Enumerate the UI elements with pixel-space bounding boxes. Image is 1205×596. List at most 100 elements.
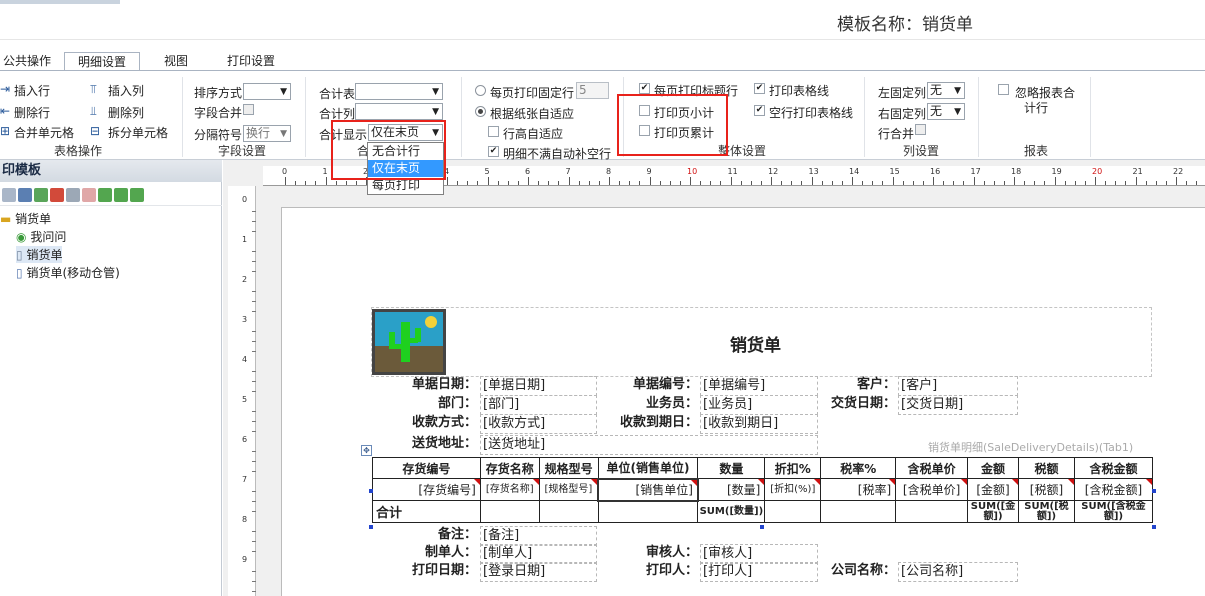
creator-label[interactable]: 制单人： [373,544,477,562]
tree-item-sales-mobile[interactable]: ▯ 销货单(移动仓管) [16,264,120,281]
report-title[interactable]: 销货单 [730,331,781,356]
delete-row-button[interactable]: 删除行 [14,104,50,121]
total-cell[interactable]: SUM([金额]) [967,500,1019,523]
total-cell[interactable] [538,500,599,523]
separator-select[interactable]: 换行 ▼ [243,125,291,142]
salesman-field[interactable]: [业务员] [700,395,818,415]
selection-handle[interactable] [369,489,373,493]
total-cell[interactable]: 合计 [372,500,481,523]
save-icon[interactable] [18,188,32,202]
split-cells-button[interactable]: 拆分单元格 [108,124,168,141]
payment-due-label[interactable]: 收款到期日： [598,414,698,432]
tab-view[interactable]: 视图 [152,52,200,70]
delete-col-button[interactable]: 删除列 [108,104,144,121]
total-col-select[interactable]: ▼ [355,103,443,120]
doc-no-field[interactable]: [单据编号] [700,376,818,396]
export-icon[interactable] [114,188,128,202]
remark-field[interactable]: [备注] [480,526,597,546]
add-icon[interactable] [34,188,48,202]
dept-label[interactable]: 部门： [373,395,477,413]
company-label[interactable]: 公司名称： [814,562,896,580]
selection-handle[interactable] [1152,525,1156,529]
logo-image[interactable] [372,309,446,375]
detail-cell[interactable]: [税额] [1018,478,1075,501]
new-icon[interactable] [2,188,16,202]
delivery-date-field[interactable]: [交货日期] [898,395,1018,415]
fit-paper-radio[interactable] [475,106,486,117]
insert-row-button[interactable]: 插入行 [14,82,50,99]
payment-method-field[interactable]: [收款方式] [480,414,597,434]
print-date-field[interactable]: [登录日期] [480,562,597,582]
total-cell[interactable] [895,500,969,523]
fill-blank-checkbox[interactable]: ✔ [488,146,499,157]
doc-date-field[interactable]: [单据日期] [480,376,597,396]
detail-cell[interactable]: [含税金额] [1073,478,1154,501]
col-header[interactable]: 含税单价 [895,457,969,479]
left-fixed-select[interactable]: 无 ▼ [927,82,965,99]
refresh-icon[interactable] [130,188,144,202]
import-icon[interactable] [98,188,112,202]
col-header[interactable]: 数量 [697,457,766,479]
detail-cell[interactable]: [折扣(%)] [764,478,822,501]
col-header[interactable]: 存货编号 [372,457,481,479]
dept-field[interactable]: [部门] [480,395,597,415]
detail-cell[interactable]: [存货名称] [479,478,540,501]
table-lines-checkbox[interactable]: ✔ [754,83,765,94]
insert-col-button[interactable]: 插入列 [108,82,144,99]
total-cell[interactable] [820,500,897,523]
reviewer-field[interactable]: [审核人] [700,544,818,564]
customer-field[interactable]: [客户] [898,376,1018,396]
customer-label[interactable]: 客户： [820,376,896,394]
total-cell[interactable]: SUM([含税金额]) [1073,500,1154,523]
field-merge-checkbox[interactable] [243,104,254,115]
detail-cell[interactable]: [规格型号] [538,478,599,501]
printer-field[interactable]: [打印人] [700,562,818,582]
delete-icon[interactable] [50,188,64,202]
detail-cell[interactable]: [存货编号] [372,478,481,501]
blank-row-lines-checkbox[interactable]: ✔ [754,105,765,116]
right-fixed-select[interactable]: 无 ▼ [927,103,965,120]
fixed-rows-input[interactable]: 5 [576,82,609,99]
col-header[interactable]: 折扣% [764,457,822,479]
detail-table[interactable]: 存货编号 存货名称 规格型号 单位(销售单位) 数量 折扣% 税率% 含税单价 … [372,457,1154,523]
tree-item-root[interactable]: ▬ 销货单 [0,210,51,227]
selection-handle[interactable] [760,525,764,529]
tab-detail-settings[interactable]: 明细设置 [64,52,140,71]
sort-select[interactable]: ▼ [243,83,291,100]
payment-method-label[interactable]: 收款方式： [373,414,477,432]
row-height-checkbox[interactable] [488,126,499,137]
merge-cells-button[interactable]: 合并单元格 [14,124,74,141]
doc-no-label[interactable]: 单据编号： [598,376,698,394]
close-icon[interactable] [82,188,96,202]
remark-label[interactable]: 备注： [373,526,477,544]
company-field[interactable]: [公司名称] [898,562,1018,582]
printer-label[interactable]: 打印人： [598,562,698,580]
tree-item-sales[interactable]: ▯ 销货单 [16,246,63,263]
ship-address-field[interactable]: [送货地址] [480,435,818,455]
col-header[interactable]: 含税金额 [1073,457,1154,479]
payment-due-field[interactable]: [收款到期日] [700,414,818,434]
total-cell[interactable]: SUM([数量]) [697,500,766,523]
selection-handle[interactable] [1152,489,1156,493]
tab-public-ops[interactable]: 公共操作 [0,52,54,70]
print-date-label[interactable]: 打印日期： [373,562,477,580]
tab-print-settings[interactable]: 打印设置 [222,52,280,70]
detail-cell-selected[interactable]: [销售单位] [597,477,699,502]
detail-cell[interactable]: [税率] [820,478,897,501]
col-header[interactable]: 存货名称 [479,457,540,479]
ignore-total-checkbox[interactable] [998,84,1009,95]
detail-cell[interactable]: [金额] [967,478,1019,501]
col-header[interactable]: 单位(销售单位) [597,457,699,479]
col-header[interactable]: 规格型号 [538,457,599,479]
total-cell[interactable] [597,500,699,523]
doc-date-label[interactable]: 单据日期： [373,376,477,394]
creator-field[interactable]: [制单人] [480,544,597,564]
detail-cell[interactable]: [含税单价] [895,478,969,501]
ship-address-label[interactable]: 送货地址： [373,435,477,453]
col-header[interactable]: 税额 [1018,457,1075,479]
salesman-label[interactable]: 业务员： [598,395,698,413]
row-merge-checkbox[interactable] [915,124,926,135]
print-title-checkbox[interactable]: ✔ [639,83,650,94]
total-cell[interactable] [764,500,822,523]
fixed-rows-radio[interactable] [475,85,486,96]
